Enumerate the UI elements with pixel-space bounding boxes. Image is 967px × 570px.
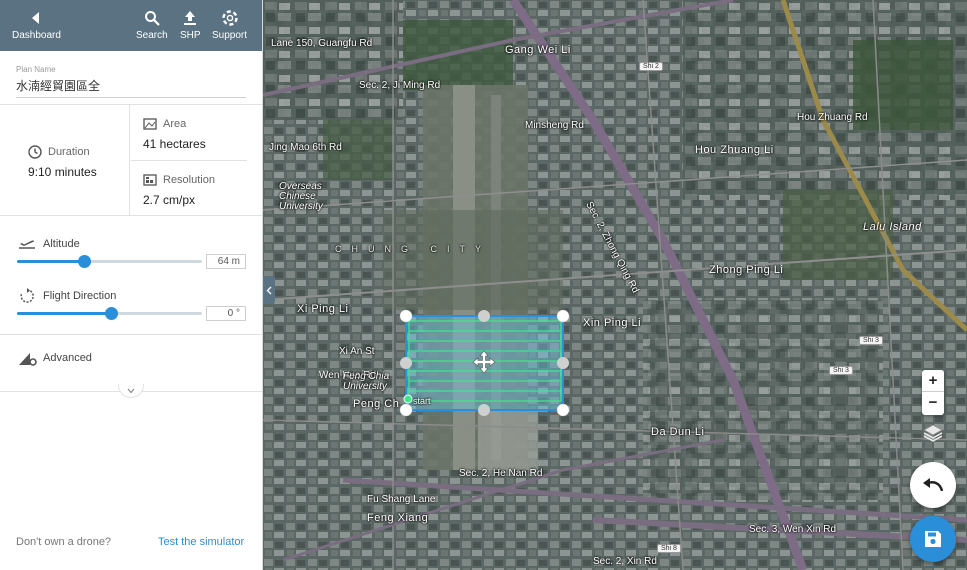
save-button[interactable]	[910, 516, 956, 562]
map-label: Hou Zhuang Li	[695, 144, 774, 156]
altitude-slider-fill	[17, 260, 84, 263]
flight-direction-slider[interactable]	[17, 307, 202, 320]
undo-icon	[923, 478, 944, 492]
zoom-control: + −	[922, 370, 944, 415]
stats-grid: Duration 9:10 minutes Area 41 hectares R…	[0, 104, 262, 216]
dashboard-label: Dashboard	[12, 30, 61, 41]
map-label: Lalu Island	[863, 221, 922, 233]
map-label: Xi Ping Li	[297, 303, 349, 315]
undo-button[interactable]	[910, 462, 956, 508]
polygon-midpoint-handle[interactable]	[478, 404, 490, 416]
map-label: Sec. 2, He Nan Rd	[459, 468, 543, 479]
map-label: Zhong Ping Li	[709, 264, 784, 276]
clock-icon	[28, 145, 42, 159]
shp-upload-button[interactable]: SHP	[180, 10, 201, 41]
map-label: Hou Zhuang Rd	[797, 112, 868, 123]
map-label: Jing Mao 6th Rd	[269, 142, 342, 153]
lifebuoy-icon	[221, 10, 238, 26]
start-point-marker	[403, 394, 413, 404]
flight-direction-slider-fill	[17, 312, 112, 315]
map-label: Feng Xiang	[367, 512, 429, 524]
polygon-midpoint-handle[interactable]	[400, 357, 412, 369]
map-label: Feng Chia University	[343, 371, 390, 392]
support-button[interactable]: Support	[212, 10, 247, 41]
duration-stat: Duration 9:10 minutes	[0, 105, 130, 216]
topbar: Dashboard Search SHP Support	[0, 0, 262, 51]
shp-label: SHP	[180, 30, 201, 41]
altitude-slider-thumb[interactable]	[77, 255, 91, 268]
chevron-down-icon	[127, 388, 135, 393]
upload-icon	[184, 11, 197, 25]
advanced-settings-icon	[19, 353, 37, 366]
map-label: Overseas Chinese University	[279, 181, 323, 212]
area-stat: Area 41 hectares	[131, 105, 247, 161]
map-label: Fu Shang Lane	[367, 494, 436, 505]
advanced-label: Advanced	[43, 352, 92, 364]
map-label: Sec. 2, Xin Rd	[593, 556, 657, 567]
test-simulator-link[interactable]: Test the simulator	[158, 536, 244, 548]
polygon-midpoint-handle[interactable]	[478, 310, 490, 322]
map-label: Sec. 2, Ji Ming Rd	[359, 80, 441, 91]
altitude-label: Altitude	[43, 238, 80, 250]
map-label: Da Dun Li	[651, 426, 705, 438]
plane-takeoff-icon	[19, 240, 35, 249]
collapse-panel-button[interactable]	[263, 276, 275, 304]
search-button[interactable]: Search	[136, 10, 168, 41]
map-label: CHUNG CITY	[335, 244, 491, 254]
left-panel: Dashboard Search SHP Support Plan Name D…	[0, 0, 263, 570]
area-label: Area	[163, 118, 187, 130]
flight-direction-slider-thumb[interactable]	[105, 307, 119, 320]
map-label: Minsheng Rd	[525, 120, 584, 131]
layers-icon[interactable]	[922, 422, 944, 444]
search-label: Search	[136, 30, 168, 41]
map-view[interactable]: Lane 150, Guangfu Rd Gang Wei Li Shi 2 S…	[263, 0, 967, 570]
area-icon	[143, 118, 157, 130]
map-label: Peng Ch	[353, 398, 400, 410]
resolution-icon	[143, 174, 157, 186]
plan-name-input[interactable]	[16, 76, 246, 98]
floppy-disk-icon	[925, 531, 941, 547]
search-icon	[144, 11, 160, 26]
altitude-slider[interactable]	[17, 255, 202, 268]
duration-label: Duration	[48, 146, 90, 158]
expand-advanced-button[interactable]	[118, 384, 144, 398]
support-label: Support	[212, 30, 248, 41]
road-badge: Shi 8	[657, 544, 681, 553]
polygon-corner-handle[interactable]	[399, 403, 413, 417]
polygon-corner-handle[interactable]	[556, 403, 570, 417]
dashboard-button[interactable]: Dashboard	[12, 10, 61, 41]
resolution-label: Resolution	[163, 174, 215, 186]
zoom-in-button[interactable]: +	[922, 370, 944, 392]
polygon-corner-handle[interactable]	[399, 309, 413, 323]
altitude-value[interactable]: 64 m	[206, 254, 246, 269]
resolution-stat: Resolution 2.7 cm/px	[131, 161, 247, 216]
start-label: start	[413, 396, 431, 406]
map-label: Xin Ping Li	[583, 317, 642, 329]
road-badge: Shi 2	[639, 62, 663, 71]
resolution-value: 2.7 cm/px	[143, 193, 196, 207]
back-arrow-icon	[32, 12, 40, 24]
road-badge: Shi 3	[829, 366, 853, 375]
map-label: Xi An St	[339, 346, 375, 357]
duration-value: 9:10 minutes	[28, 165, 97, 179]
polygon-midpoint-handle[interactable]	[557, 357, 569, 369]
zoom-out-button[interactable]: −	[922, 392, 944, 414]
flight-direction-label: Flight Direction	[43, 290, 117, 302]
map-label: Gang Wei Li	[505, 44, 571, 56]
road-badge: Shi 3	[859, 336, 883, 345]
plan-name-label: Plan Name	[16, 65, 56, 74]
map-label: Sec. 3, Wen Xin Rd	[749, 524, 837, 535]
area-value: 41 hectares	[143, 137, 206, 151]
flight-direction-value[interactable]: 0 °	[206, 306, 246, 321]
polygon-corner-handle[interactable]	[556, 309, 570, 323]
map-label: Lane 150, Guangfu Rd	[271, 38, 373, 49]
chevron-left-icon	[266, 286, 272, 294]
rotate-icon	[20, 288, 34, 303]
no-drone-prompt: Don't own a drone?	[16, 536, 112, 548]
